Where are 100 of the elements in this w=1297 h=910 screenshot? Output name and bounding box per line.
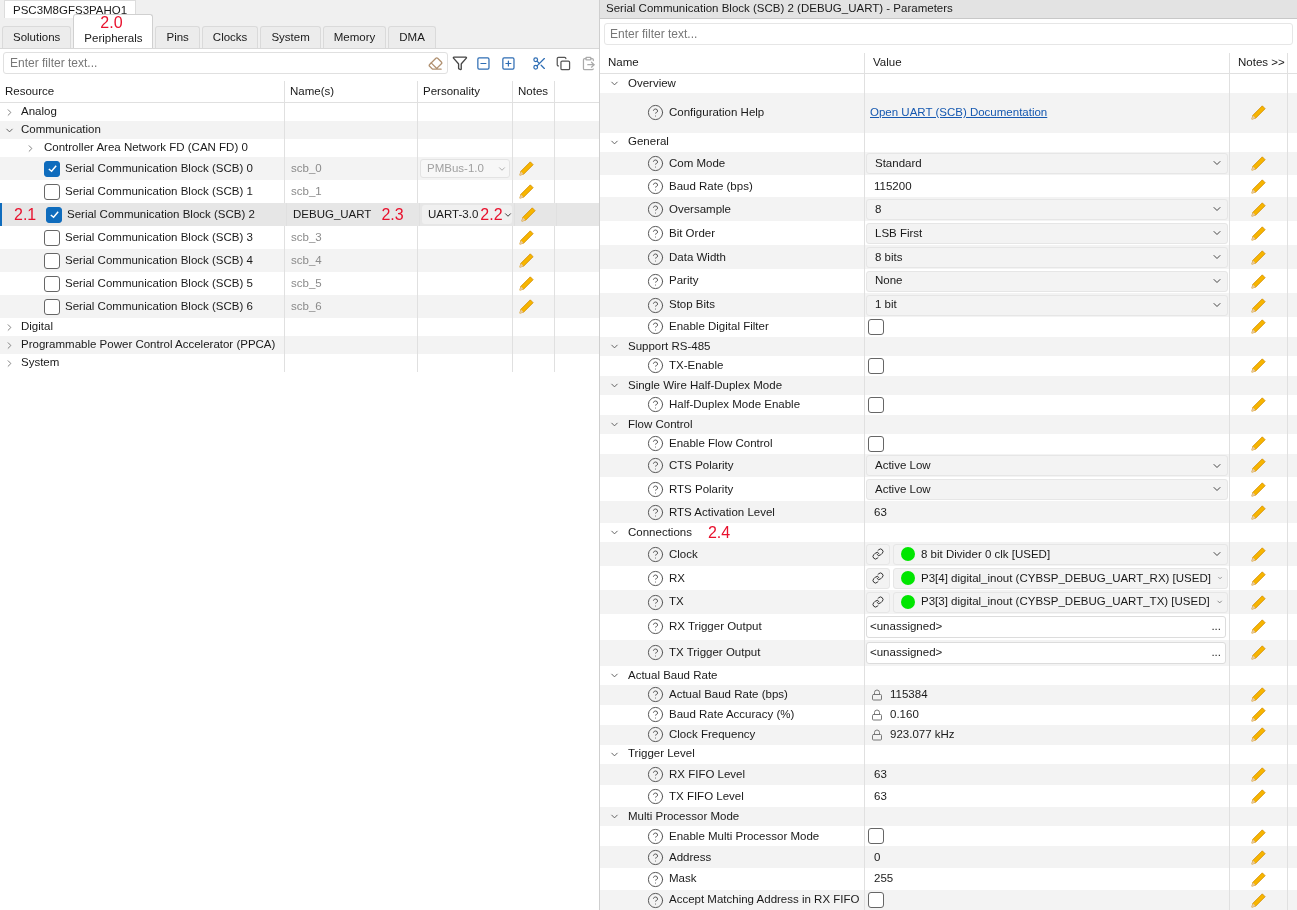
help-icon[interactable] (647, 104, 664, 122)
help-icon[interactable] (647, 435, 664, 453)
parameter-row[interactable]: Configuration Help Open UART (SCB) Documentation (600, 92, 1297, 133)
parameter-row[interactable]: TX Trigger Output <unassigned> ... (600, 639, 1297, 666)
help-icon[interactable] (647, 848, 664, 866)
help-icon[interactable] (647, 765, 664, 783)
help-icon[interactable] (647, 480, 664, 498)
checkbox[interactable] (44, 252, 60, 269)
column-header[interactable]: Personality (418, 81, 513, 102)
link-button[interactable] (866, 543, 890, 565)
pencil-icon[interactable] (1249, 544, 1268, 564)
pencil-icon[interactable] (1249, 617, 1268, 637)
tab[interactable]: Memory (322, 26, 387, 48)
help-icon[interactable] (647, 545, 664, 563)
pencil-icon[interactable] (1249, 271, 1268, 291)
copy-icon[interactable] (556, 55, 572, 71)
filter-field[interactable]: Enter filter text... (604, 22, 1293, 45)
pencil-icon[interactable] (1249, 154, 1268, 173)
device-tab[interactable]: PSC3M8GFS3PAHQ1 (4, 0, 137, 18)
column-header[interactable]: Notes (513, 81, 555, 102)
help-icon[interactable] (647, 396, 664, 414)
parameter-row[interactable]: RX FIFO Level 63 (600, 763, 1297, 786)
pencil-icon[interactable] (517, 297, 536, 316)
value-picker[interactable]: <unassigned> ... (866, 641, 1226, 664)
personality-dropdown[interactable]: UART-3.0 2.2 (422, 205, 512, 224)
value-dropdown[interactable]: Active Low (866, 455, 1228, 476)
parameter-row[interactable]: Clock 8 bit Divider 0 clk [USED] (600, 542, 1297, 567)
pencil-icon[interactable] (1249, 643, 1268, 663)
pencil-icon[interactable] (1249, 176, 1268, 196)
parameter-row[interactable]: RTS Activation Level 63 (600, 501, 1297, 524)
tab[interactable]: Clocks (201, 26, 259, 48)
pencil-icon[interactable] (1249, 705, 1268, 725)
parameter-row[interactable]: Accept Matching Address in RX FIFO (600, 890, 1297, 910)
pencil-icon[interactable] (1249, 764, 1268, 784)
connection-dropdown[interactable]: P3[4] digital_inout (CYBSP_DEBUG_UART_RX) [USED] (893, 567, 1228, 589)
pencil-icon[interactable] (517, 251, 536, 270)
collapse-all-icon[interactable] (475, 55, 491, 71)
parameter-row[interactable]: Address 0 (600, 846, 1297, 869)
parameter-row[interactable]: Actual Baud Rate (bps) 115384 (600, 684, 1297, 705)
parameter-row[interactable]: TX P3[3] digital_inout (CYBSP_DEBUG_UART_TX) [USED] (600, 590, 1297, 614)
pencil-icon[interactable] (1249, 247, 1268, 267)
help-icon[interactable] (647, 618, 664, 636)
help-icon[interactable] (647, 686, 664, 704)
checkbox[interactable] (868, 828, 884, 845)
help-icon[interactable] (647, 593, 664, 611)
help-icon[interactable] (647, 827, 664, 845)
help-icon[interactable] (647, 272, 664, 290)
pencil-icon[interactable] (517, 159, 536, 178)
checkbox[interactable] (868, 435, 884, 452)
help-icon[interactable] (647, 870, 664, 888)
pencil-icon[interactable] (1249, 434, 1268, 454)
column-header[interactable]: Notes >> (1230, 52, 1288, 73)
value-dropdown[interactable]: Standard (866, 153, 1228, 174)
tab[interactable]: DMA (388, 26, 436, 48)
tree-row[interactable]: Serial Communication Block (SCB) 4 scb_4 (0, 249, 599, 272)
parameter-row[interactable]: Clock Frequency 923.077 kHz (600, 724, 1297, 745)
checkbox[interactable] (868, 396, 884, 413)
checkbox[interactable] (868, 892, 884, 909)
pencil-icon[interactable] (1249, 502, 1268, 522)
pencil-icon[interactable] (1249, 103, 1268, 123)
expand-all-icon[interactable] (500, 55, 516, 71)
help-icon[interactable] (647, 787, 664, 805)
parameter-row[interactable]: Oversample 8 (600, 197, 1297, 222)
help-icon[interactable] (647, 569, 664, 587)
parameter-row[interactable]: Com Mode Standard (600, 151, 1297, 176)
pencil-icon[interactable] (1249, 592, 1268, 612)
checkbox[interactable] (44, 275, 60, 292)
parameter-row[interactable]: CTS Polarity Active Low (600, 453, 1297, 478)
pencil-icon[interactable] (1249, 356, 1268, 376)
filter-icon[interactable] (452, 55, 468, 71)
pencil-icon[interactable] (1249, 568, 1268, 588)
checkbox[interactable] (44, 229, 60, 246)
filter-field[interactable]: Enter filter text... (3, 52, 448, 74)
eraser-icon[interactable] (428, 56, 443, 71)
pencil-icon[interactable] (517, 228, 536, 247)
value-dropdown[interactable]: 8 (866, 198, 1228, 220)
help-icon[interactable] (647, 503, 664, 521)
value-dropdown[interactable]: Active Low (866, 478, 1228, 500)
pencil-icon[interactable] (1249, 317, 1268, 337)
pencil-icon[interactable] (1249, 295, 1268, 315)
tab[interactable]: Pins (155, 26, 200, 48)
scissors-icon[interactable] (531, 55, 547, 71)
link-button[interactable] (866, 567, 890, 589)
checkbox[interactable] (44, 183, 60, 200)
tab[interactable]: Solutions (2, 26, 72, 48)
help-icon[interactable] (647, 296, 664, 314)
pencil-icon[interactable] (1249, 199, 1268, 219)
pencil-icon[interactable] (517, 182, 536, 201)
pencil-icon[interactable] (1249, 890, 1268, 910)
group-row[interactable]: Multi Processor Mode (600, 807, 1297, 827)
value-dropdown[interactable]: 8 bits (866, 246, 1228, 268)
help-icon[interactable] (647, 357, 664, 375)
help-icon[interactable] (647, 457, 664, 474)
pencil-icon[interactable] (1249, 479, 1268, 499)
help-icon[interactable] (647, 891, 664, 909)
connection-dropdown[interactable]: 8 bit Divider 0 clk [USED] (893, 543, 1228, 565)
help-icon[interactable] (647, 248, 664, 266)
pencil-icon[interactable] (1249, 786, 1268, 806)
value-dropdown[interactable]: 1 bit (866, 294, 1228, 316)
tree-row[interactable]: 2.1 Serial Communication Block (SCB) 2 DEBUG_UART 2.3 UART-3.0 2.2 (0, 203, 599, 226)
